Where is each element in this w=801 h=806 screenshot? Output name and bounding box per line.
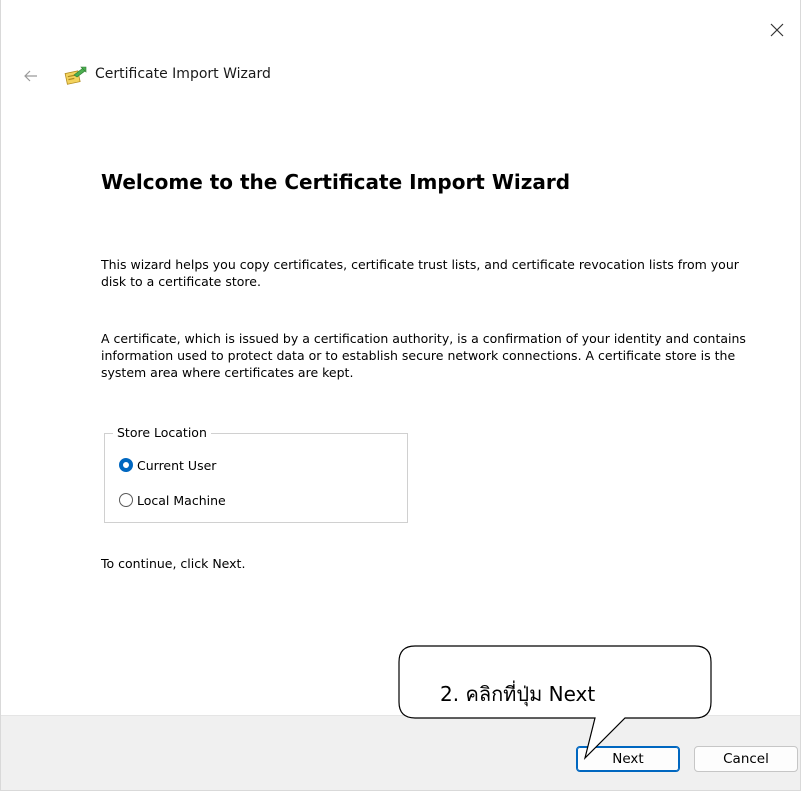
local-machine-option[interactable]: Local Machine xyxy=(119,490,226,510)
certificate-icon xyxy=(64,66,87,85)
callout-text: 2. คลิกที่ปุ่ม Next xyxy=(440,682,596,706)
intro-paragraph: This wizard helps you copy certificates,… xyxy=(101,257,739,289)
current-user-option[interactable]: Current User xyxy=(119,455,216,475)
current-user-label[interactable]: Current User xyxy=(137,458,216,473)
wizard-title: Certificate Import Wizard xyxy=(95,66,271,82)
store-location-group: Store Location Current User Local Machin… xyxy=(104,425,408,523)
close-icon xyxy=(770,23,784,37)
store-location-legend: Store Location xyxy=(113,425,211,440)
current-user-radio[interactable] xyxy=(119,458,133,472)
back-button[interactable] xyxy=(17,62,45,90)
local-machine-radio[interactable] xyxy=(119,493,133,507)
back-arrow-icon xyxy=(24,70,37,82)
wizard-header: Certificate Import Wizard xyxy=(1,56,501,96)
page-title: Welcome to the Certificate Import Wizard xyxy=(101,170,571,194)
certificate-description-paragraph: A certificate, which is issued by a cert… xyxy=(101,331,746,380)
callout-bubble xyxy=(398,645,712,760)
continue-instruction: To continue, click Next. xyxy=(101,556,246,571)
local-machine-label[interactable]: Local Machine xyxy=(137,493,226,508)
close-button[interactable] xyxy=(754,0,800,60)
